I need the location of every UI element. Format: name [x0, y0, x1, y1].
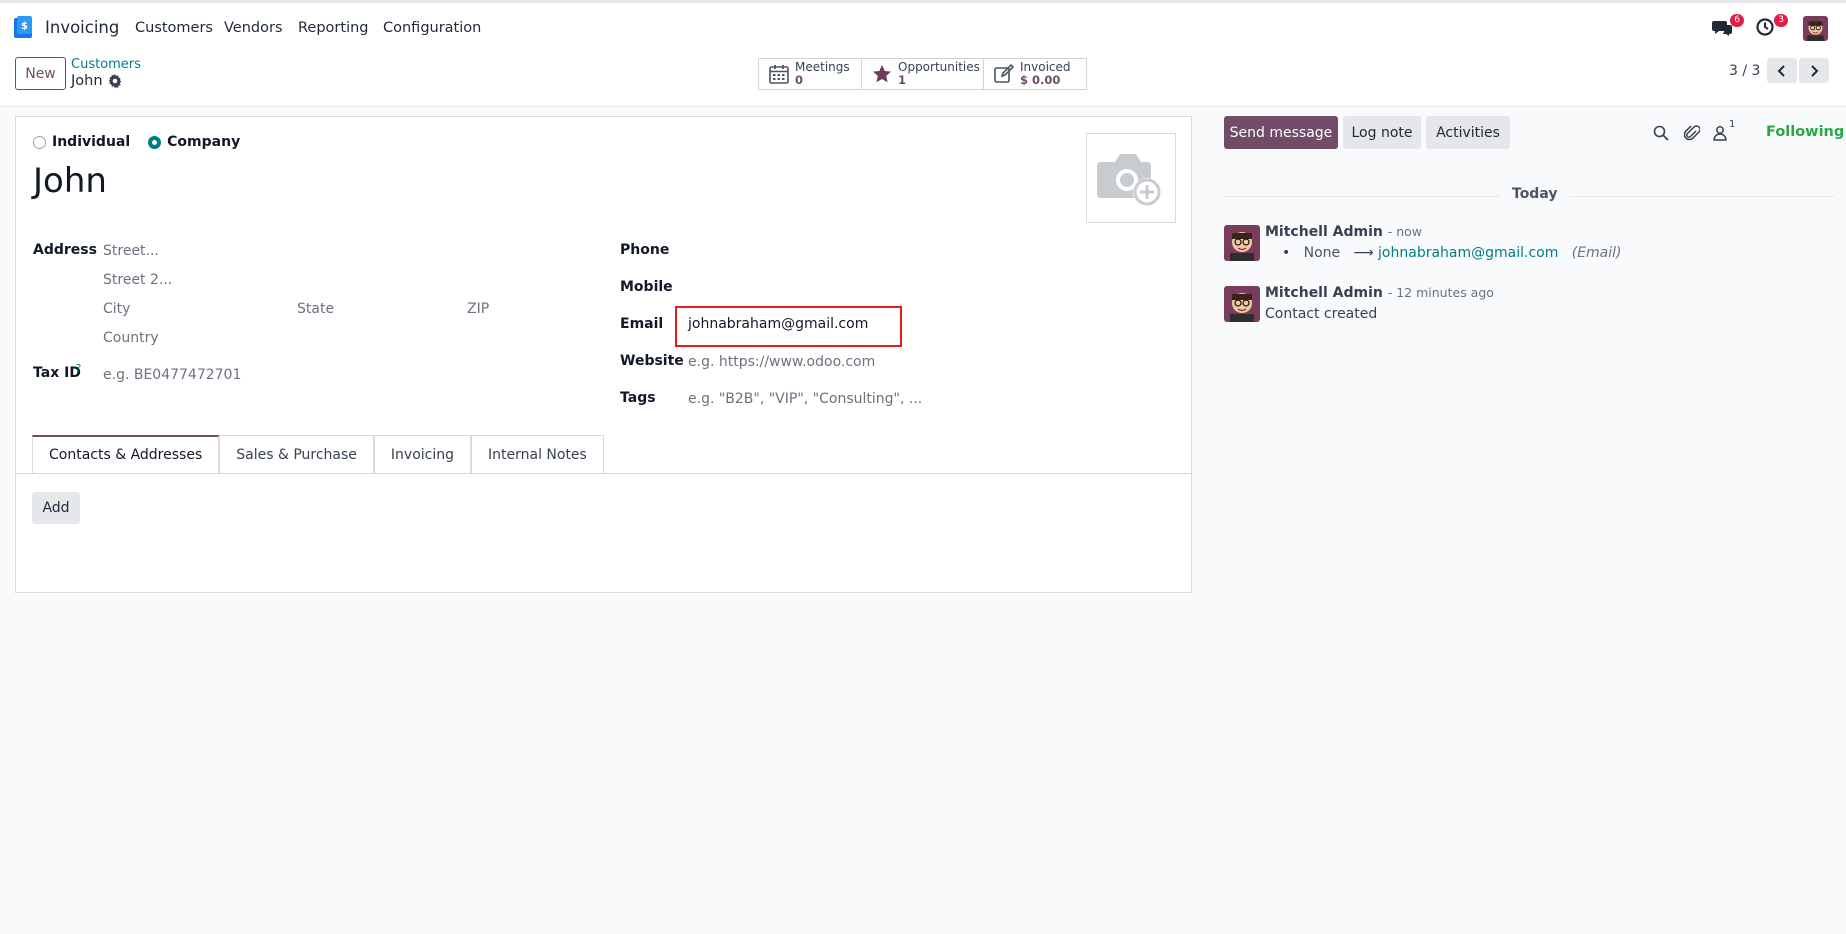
- menu-configuration[interactable]: Configuration: [383, 20, 481, 36]
- zip-input[interactable]: ZIP: [467, 301, 489, 317]
- log-note-button[interactable]: Log note: [1343, 116, 1421, 149]
- tab-contacts-addresses[interactable]: Contacts & Addresses: [32, 435, 220, 473]
- phone-label: Phone: [620, 242, 670, 258]
- tracking-value: • None ⟶ johnabraham@gmail.com (Email): [1282, 245, 1622, 261]
- taxid-label: Tax ID: [33, 365, 81, 381]
- tracked-field: (Email): [1571, 245, 1622, 261]
- chevron-right-icon: [1811, 64, 1819, 77]
- search-icon[interactable]: [1653, 125, 1669, 141]
- gear-icon[interactable]: [108, 74, 122, 88]
- followers-icon[interactable]: [1713, 125, 1727, 141]
- invoiced-value: $ 0.00: [1020, 73, 1061, 87]
- tab-invoicing[interactable]: Invoicing: [373, 435, 471, 473]
- form-sheet: Individual Company John Address Street..…: [15, 116, 1192, 593]
- activities-button[interactable]: 3: [1756, 14, 1788, 38]
- star-icon: [873, 65, 891, 83]
- app-name[interactable]: Invoicing: [45, 18, 119, 37]
- website-input[interactable]: e.g. https://www.odoo.com: [688, 354, 875, 370]
- message-time: - now: [1387, 224, 1423, 239]
- breadcrumb-current: John: [71, 73, 103, 89]
- camera-plus-icon: [1097, 154, 1161, 206]
- pager-next-button[interactable]: [1799, 58, 1829, 83]
- menu-reporting[interactable]: Reporting: [298, 20, 369, 36]
- notebook-tabs: Contacts & Addresses Sales & Purchase In…: [32, 435, 604, 473]
- street2-input[interactable]: Street 2...: [103, 272, 172, 288]
- opportunities-value: 1: [898, 73, 907, 87]
- clock-icon: [1756, 18, 1774, 36]
- svg-text:$: $: [21, 21, 28, 32]
- partner-name-input[interactable]: John: [33, 161, 107, 201]
- taxid-help-icon[interactable]: ?: [76, 363, 81, 374]
- following-button[interactable]: Following: [1766, 124, 1844, 140]
- meetings-value: 0: [795, 73, 804, 87]
- new-value: johnabraham@gmail.com: [1378, 245, 1559, 261]
- state-input[interactable]: State: [297, 301, 334, 317]
- tab-internal-notes[interactable]: Internal Notes: [471, 435, 604, 473]
- user-avatar[interactable]: [1803, 16, 1828, 41]
- tags-label: Tags: [620, 390, 656, 406]
- company-type-radio: Individual Company: [33, 134, 240, 150]
- arrow-icon: ⟶: [1353, 245, 1374, 261]
- message-author[interactable]: Mitchell Admin - now: [1265, 224, 1422, 240]
- send-message-button[interactable]: Send message: [1224, 116, 1338, 149]
- messages-badge: 6: [1730, 14, 1744, 27]
- message-author[interactable]: Mitchell Admin - 12 minutes ago: [1265, 285, 1494, 301]
- tags-input[interactable]: e.g. "B2B", "VIP", "Consulting", ...: [688, 391, 922, 407]
- opportunities-label: Opportunities: [898, 60, 980, 74]
- taxid-input[interactable]: e.g. BE0477472701: [103, 367, 241, 383]
- smart-button-opportunities[interactable]: Opportunities 1: [861, 58, 984, 90]
- address-label: Address: [33, 242, 97, 258]
- top-navbar: $ Invoicing Customers Vendors Reporting …: [0, 0, 1846, 52]
- menu-vendors[interactable]: Vendors: [224, 20, 283, 36]
- activities-button[interactable]: Activities: [1426, 116, 1510, 149]
- smart-button-invoiced[interactable]: Invoiced $ 0.00: [983, 58, 1087, 90]
- radio-company[interactable]: [148, 135, 162, 149]
- control-panel: New Customers John Meetings 0 Opportuniti…: [0, 52, 1846, 107]
- mobile-label: Mobile: [620, 279, 673, 295]
- message-avatar[interactable]: [1224, 225, 1260, 261]
- chat-icon: [1712, 21, 1732, 36]
- pager-value: 3 / 3: [1729, 63, 1761, 79]
- message-avatar[interactable]: [1224, 286, 1260, 322]
- message-body: Contact created: [1265, 306, 1378, 322]
- street-input[interactable]: Street...: [103, 243, 159, 259]
- breadcrumb-customers[interactable]: Customers: [71, 57, 141, 72]
- invoicing-app-icon[interactable]: $: [14, 16, 34, 38]
- menu-customers[interactable]: Customers: [135, 20, 213, 36]
- radio-individual[interactable]: [33, 135, 46, 149]
- website-label: Website: [620, 353, 684, 369]
- author-name[interactable]: Mitchell Admin: [1265, 224, 1383, 240]
- edit-icon: [994, 64, 1014, 83]
- email-label: Email: [620, 316, 664, 332]
- author-name[interactable]: Mitchell Admin: [1265, 285, 1383, 301]
- new-button[interactable]: New: [15, 57, 66, 90]
- label-individual[interactable]: Individual: [52, 134, 130, 150]
- photo-upload[interactable]: [1086, 133, 1176, 223]
- pager-previous-button[interactable]: [1767, 58, 1797, 83]
- followers-count: 1: [1729, 119, 1736, 130]
- old-value: None: [1303, 245, 1341, 261]
- calendar-icon: [769, 65, 789, 84]
- activities-badge: 3: [1774, 14, 1788, 27]
- chevron-left-icon: [1777, 64, 1785, 77]
- add-contact-button[interactable]: Add: [32, 492, 80, 524]
- messages-button[interactable]: 6: [1712, 14, 1744, 38]
- email-input[interactable]: johnabraham@gmail.com: [688, 316, 868, 332]
- label-company[interactable]: Company: [167, 134, 240, 150]
- meetings-label: Meetings: [795, 60, 850, 74]
- message-time: - 12 minutes ago: [1387, 285, 1494, 300]
- tab-sales-purchase[interactable]: Sales & Purchase: [219, 435, 374, 473]
- city-input[interactable]: City: [103, 301, 130, 317]
- smart-button-meetings[interactable]: Meetings 0: [758, 58, 862, 90]
- tabs-divider: [16, 473, 1191, 474]
- bullet: •: [1282, 245, 1291, 261]
- country-input[interactable]: Country: [103, 330, 159, 346]
- date-label-today: Today: [1500, 186, 1570, 202]
- paperclip-icon[interactable]: [1684, 124, 1700, 142]
